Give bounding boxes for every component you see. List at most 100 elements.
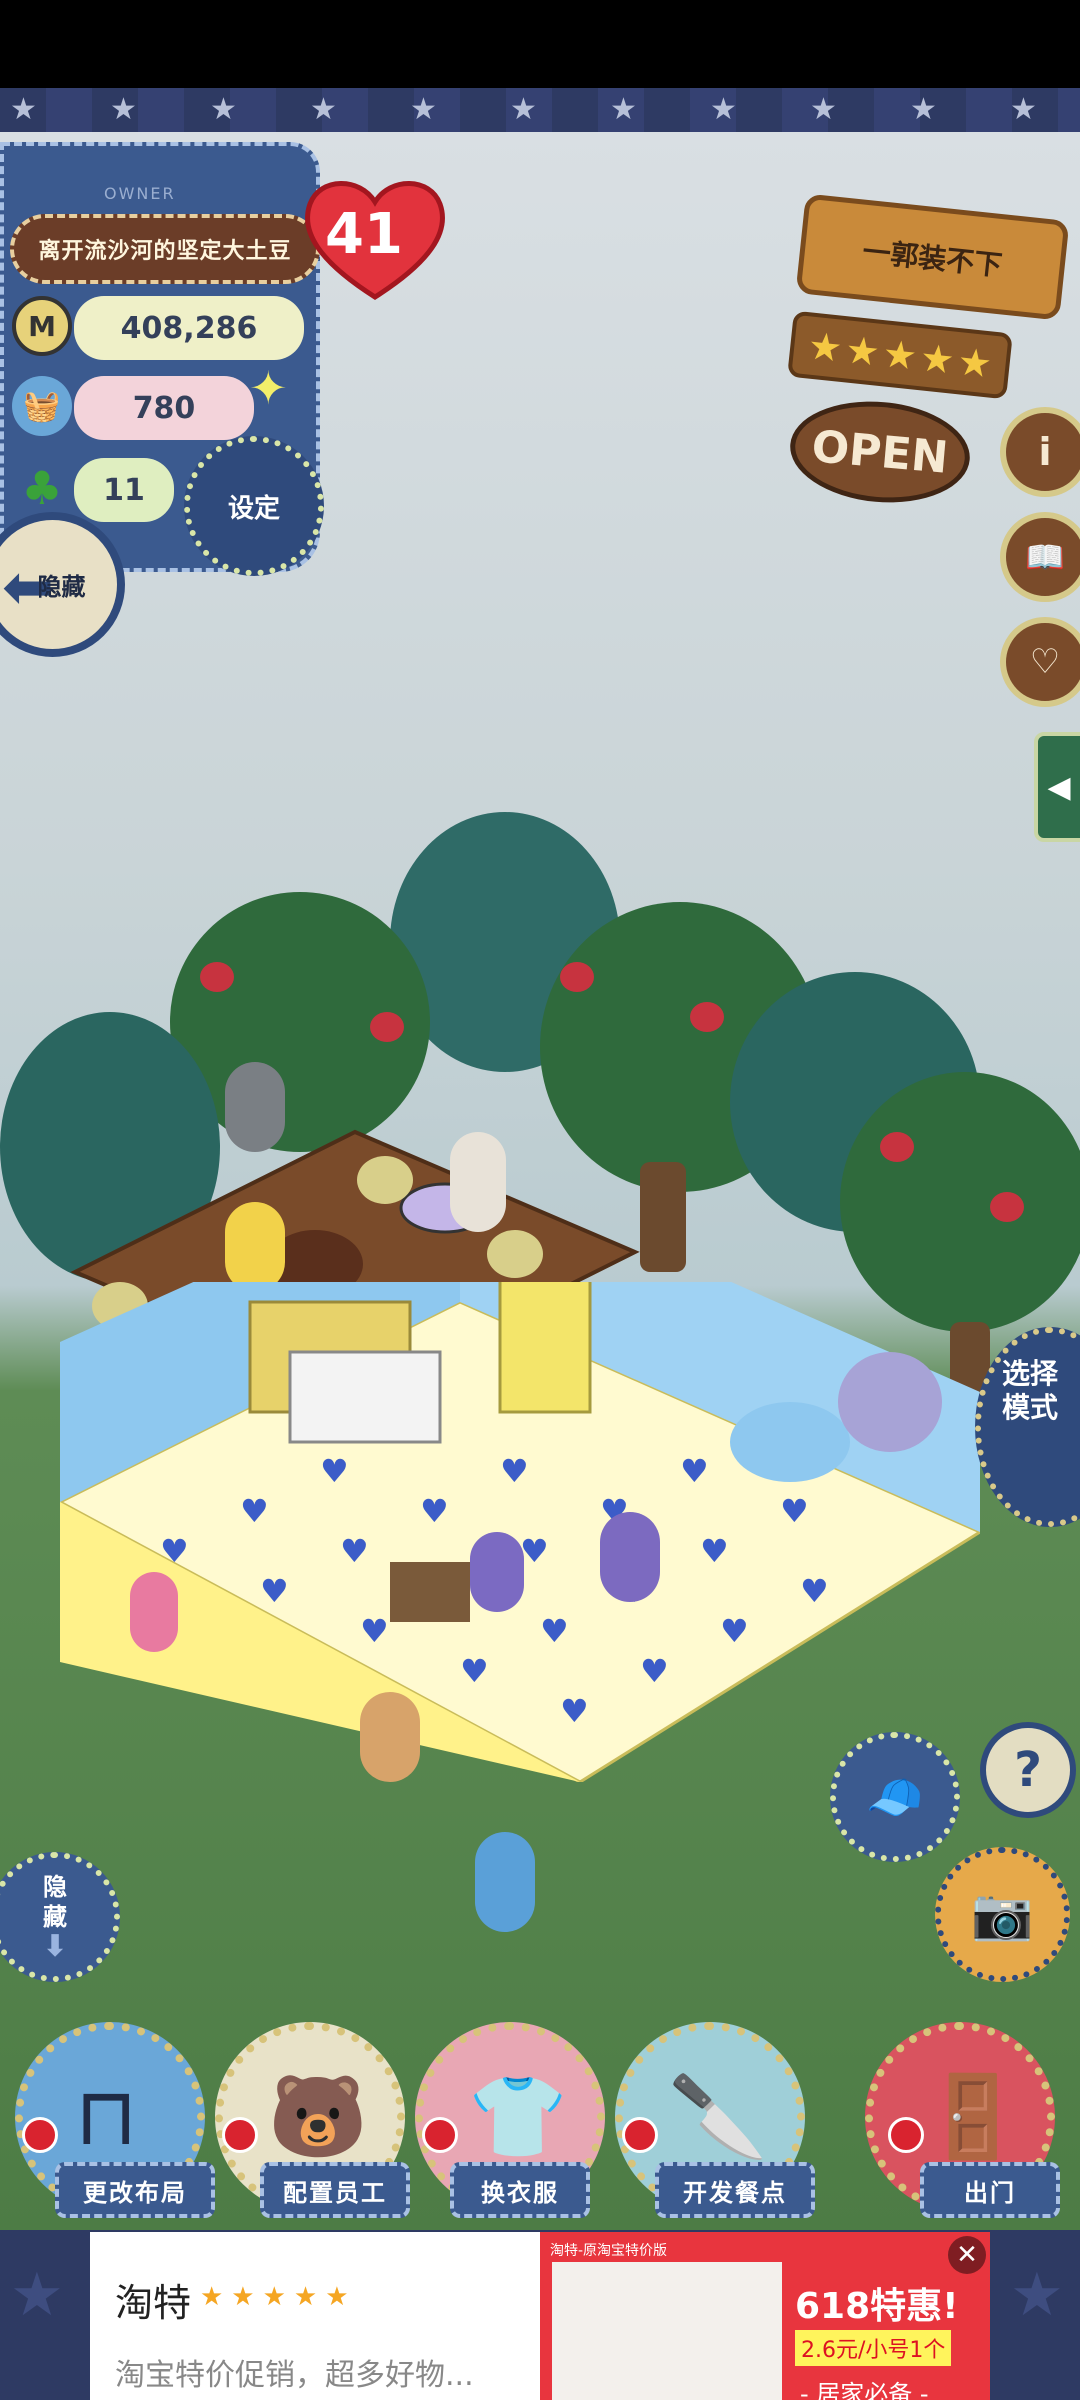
door-icon: 🚪 — [923, 2070, 1023, 2163]
apple — [880, 1132, 914, 1162]
rating-star-icon: ★ — [880, 331, 920, 379]
banner-star-icon: ★ — [510, 92, 537, 127]
heart-icon: ♡ — [1029, 642, 1061, 682]
side-drawer-tab[interactable]: ◀ — [1034, 732, 1080, 842]
triangle-left-icon: ◀ — [1047, 769, 1071, 805]
owner-name[interactable]: 离开流沙河的坚定大土豆 — [10, 214, 320, 284]
svg-text:♥: ♥ — [360, 1612, 389, 1650]
go-out-label[interactable]: 出门 — [920, 2162, 1060, 2218]
clover-value: 11 — [74, 458, 174, 522]
ad-image[interactable]: 淘特-原淘宝特价版 618特惠! 2.6元/小号1个 - 居家必备 - — [540, 2232, 990, 2400]
umbrella-character[interactable] — [475, 1832, 535, 1932]
ad-description: 淘宝特价促销，超多好物... — [115, 2358, 474, 2393]
settings-button[interactable]: 设定 — [184, 436, 324, 576]
ad-close-button[interactable]: ✕ — [948, 2236, 986, 2274]
svg-text:♥: ♥ — [160, 1532, 189, 1570]
pin-icon — [22, 2117, 58, 2153]
ad-star-icon: ★ — [10, 2260, 64, 2330]
svg-text:♥: ♥ — [320, 1452, 349, 1490]
hat-button[interactable]: 🧢 — [830, 1732, 960, 1862]
svg-text:♥: ♥ — [520, 1532, 549, 1570]
game-scene[interactable]: ♥ ♥ ♥ ♥ ♥ ♥ ♥ ♥ ♥ ♥ ♥ ♥ ♥ ♥ ♥ ♥ ♥ ♥ ♥ ♥ … — [0, 132, 1080, 2230]
ingredients-value: 780 — [74, 376, 254, 440]
top-banner: ★ ★ ★ ★ ★ ★ ★ ★ ★ ★ ★ — [0, 88, 1080, 132]
ad-rating: ★★★★★ — [200, 2282, 357, 2312]
rating-star-icon: ★ — [918, 335, 957, 383]
banner-star-icon: ★ — [110, 92, 137, 127]
rabbit-character[interactable] — [450, 1132, 506, 1232]
status-bar — [0, 0, 1080, 88]
develop-menu-label[interactable]: 开发餐点 — [655, 2162, 815, 2218]
money-value: 408,286 — [74, 296, 304, 360]
open-sign[interactable]: OPEN — [785, 394, 975, 510]
owner-panel: OWNER 离开流沙河的坚定大土豆 M 408,286 🧺 780 ✦ ♣ 11… — [0, 142, 324, 576]
hide-bottom-button[interactable]: 隐 藏 ⬇ — [0, 1852, 120, 1982]
bear-staff-character[interactable] — [360, 1692, 420, 1782]
apple — [990, 1192, 1024, 1222]
info-button[interactable]: i — [1000, 407, 1080, 497]
pin-icon — [888, 2117, 924, 2153]
banner-star-icon: ★ — [810, 92, 837, 127]
ad-banner[interactable]: 淘特 ★★★★★ 淘宝特价促销，超多好物... 淘特-原淘宝特价版 618特惠!… — [90, 2232, 990, 2400]
apple — [200, 962, 234, 992]
apple — [560, 962, 594, 992]
bunny-character[interactable] — [600, 1512, 660, 1602]
ad-price: 2.6元/小号1个 — [795, 2330, 952, 2366]
purple-character[interactable] — [470, 1532, 524, 1612]
pin-icon — [222, 2117, 258, 2153]
close-icon: ✕ — [956, 2240, 978, 2270]
rating-star-icon: ★ — [805, 323, 845, 371]
svg-text:♥: ♥ — [720, 1612, 749, 1650]
assign-staff-label[interactable]: 配置员工 — [260, 2162, 410, 2218]
banner-star-icon: ★ — [10, 92, 37, 127]
cafe-room[interactable]: ♥ ♥ ♥ ♥ ♥ ♥ ♥ ♥ ♥ ♥ ♥ ♥ ♥ ♥ ♥ ♥ ♥ ♥ ♥ ♥ … — [60, 1282, 980, 1782]
sparkle-icon: ✦ — [249, 361, 288, 415]
change-layout-label[interactable]: 更改布局 — [55, 2162, 215, 2218]
shop-name: 一郭装不下 — [860, 234, 1004, 283]
question-icon: ? — [1014, 1742, 1042, 1798]
svg-text:♥: ♥ — [540, 1612, 569, 1650]
banner-star-icon: ★ — [710, 92, 737, 127]
open-label: OPEN — [809, 420, 951, 484]
ad-image-subtitle: 淘特-原淘宝特价版 — [550, 2243, 668, 2259]
ad-tagline: - 居家必备 - — [800, 2380, 929, 2400]
svg-text:♥: ♥ — [780, 1492, 809, 1530]
owner-tag: OWNER — [104, 184, 176, 203]
banner-star-icon: ★ — [610, 92, 637, 127]
shop-name-sign[interactable]: 一郭装不下 — [795, 193, 1070, 321]
ad-title: 淘特 — [115, 2281, 192, 2325]
pin-icon — [622, 2117, 658, 2153]
info-icon: i — [1038, 430, 1052, 474]
rating-star-icon: ★ — [955, 339, 994, 387]
bear-head-icon: 🐻 — [268, 2070, 368, 2163]
select-mode-button[interactable]: 选择 模式 — [975, 1327, 1080, 1527]
basket-icon: 🧺 — [12, 376, 72, 436]
svg-text:♥: ♥ — [240, 1492, 269, 1530]
camera-button[interactable]: 📷 — [935, 1847, 1070, 1982]
level-value: 41 — [325, 202, 403, 267]
svg-text:♥: ♥ — [460, 1652, 489, 1690]
svg-text:♥: ♥ — [800, 1572, 829, 1610]
hide-bottom-label-2: 藏 — [43, 1903, 67, 1931]
change-clothes-label[interactable]: 换衣服 — [450, 2162, 590, 2218]
svg-text:♥: ♥ — [420, 1492, 449, 1530]
bear-character[interactable] — [225, 1062, 285, 1152]
product-photo — [552, 2262, 782, 2400]
svg-text:♥: ♥ — [340, 1532, 369, 1570]
ad-star-icon: ★ — [1010, 2260, 1064, 2330]
svg-text:♥: ♥ — [500, 1452, 529, 1490]
apple — [690, 1002, 724, 1032]
favorite-button[interactable]: ♡ — [1000, 617, 1080, 707]
book-icon: 📖 — [1025, 538, 1065, 576]
hide-bottom-label-1: 隐 — [43, 1873, 67, 1901]
pink-character[interactable] — [130, 1572, 178, 1652]
table-icon: ⊓ — [75, 2070, 138, 2163]
help-button[interactable]: ? — [980, 1722, 1076, 1818]
knife-icon: 🔪 — [668, 2070, 768, 2163]
recipe-book-button[interactable]: 📖 — [1000, 512, 1080, 602]
select-mode-label-2: 模式 — [1001, 1391, 1058, 1424]
cat-character[interactable] — [225, 1202, 285, 1292]
svg-text:♥: ♥ — [640, 1652, 669, 1690]
banner-star-icon: ★ — [1010, 92, 1037, 127]
banner-star-icon: ★ — [410, 92, 437, 127]
